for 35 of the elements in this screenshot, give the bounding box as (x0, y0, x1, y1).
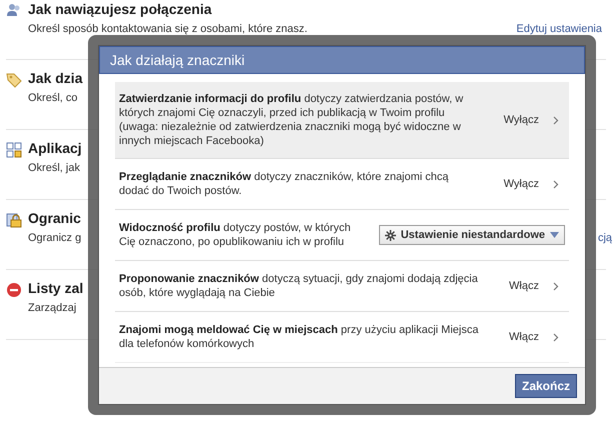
chevron-icon (553, 332, 559, 342)
section-title: Jak dzia (28, 70, 82, 86)
setting-description: Przeglądanie znaczników dotyczy znaczników, które znajomi chcą dodać do Twoich postów. (119, 170, 450, 198)
chevron-icon (553, 116, 559, 124)
section-description: Określ, co (28, 92, 78, 104)
section-title: Jak nawiązujesz połączenia (28, 1, 212, 17)
setting-description: Widoczność profilu dotyczy postów, w których Cię oznaczono, po opublikowaniu ich w profilu (119, 221, 352, 249)
privacy-dropdown[interactable]: Ustawienie niestandardowe (378, 225, 565, 245)
section-description: Określ, jak (28, 162, 80, 174)
toggle-link[interactable]: Wyłącz (504, 177, 539, 191)
chevron-icon (553, 282, 559, 290)
gear-icon (384, 230, 396, 240)
setting-description: Zatwierdzanie informacji do profilu dotyczy zatwierdzania postów, w których znajomi Cię oznaczyli, przed ich publikacją w Twoim profilu (uwaga: niezależnie od zatwierdzenia znaczniki mogą być widoczne w innych miejscach Facebooka) (119, 92, 464, 148)
setting-description: Znajomi mogą meldować Cię w miejscach przy użyciu aplikacji Miejsca dla telefonów komórkowych (119, 323, 479, 351)
people-icon (6, 3, 22, 17)
toggle-link[interactable]: Włącz (509, 279, 539, 293)
section-title: Ogranic (28, 210, 81, 226)
edit-settings-link[interactable]: cją (598, 232, 612, 244)
toggle-link[interactable]: Wyłącz (504, 113, 539, 127)
section-title: Aplikacj (28, 140, 82, 156)
section-title: Listy zal (28, 280, 84, 296)
setting-description: Proponowanie znaczników dotyczą sytuacji, gdy znajomi dodają zdjęcia osób, które wyglądają na Ciebie (119, 272, 479, 300)
block-icon (6, 282, 22, 298)
section-description: Określ sposób kontaktowania się z osobami, które znasz. (28, 23, 308, 35)
section-description: Zarządzaj (28, 302, 76, 314)
finish-button[interactable]: Zakończ (514, 374, 577, 398)
section-description: Ogranicz g (28, 232, 82, 244)
edit-settings-link[interactable]: Edytuj ustawienia (516, 23, 602, 35)
apps-icon (6, 142, 22, 158)
caret-icon (550, 232, 559, 238)
tag-icon (6, 72, 22, 88)
chevron-icon (553, 180, 559, 188)
lock-icon (6, 212, 22, 228)
dialog-title: Jak działają znaczniki (110, 52, 245, 68)
toggle-link[interactable]: Włącz (509, 330, 539, 344)
